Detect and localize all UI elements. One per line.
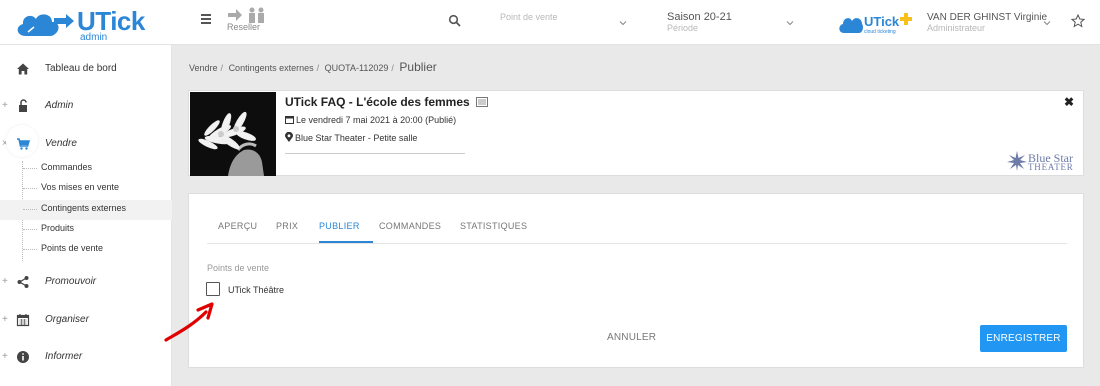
sidebar-item-label: Promouvoir xyxy=(45,276,97,287)
sidebar-item-admin[interactable]: + Admin xyxy=(0,95,172,119)
calendar-icon xyxy=(16,314,30,327)
event-card: UTick FAQ - L'école des femmes Le vendre… xyxy=(188,90,1084,176)
breadcrumb-current: Publier xyxy=(399,60,437,74)
checkbox-label[interactable]: UTick Théâtre xyxy=(228,285,284,295)
saison-select[interactable]: Saison 20-21 xyxy=(667,11,732,23)
expand-icon[interactable]: + xyxy=(2,100,8,111)
utick-cloud-ticketing-logo: UTick cloud ticketing xyxy=(838,13,914,37)
search-icon[interactable] xyxy=(448,14,462,28)
breadcrumb-item[interactable]: Vendre xyxy=(189,63,218,73)
organizer-logo: Blue Star THEATER xyxy=(1007,151,1079,173)
cancel-button[interactable]: ANNULER xyxy=(607,332,656,343)
divider xyxy=(285,153,465,154)
organizer-logo-line2: THEATER xyxy=(1028,162,1074,172)
sidebar-item-organiser[interactable]: + Organiser xyxy=(0,309,172,333)
user-role: Administrateur xyxy=(927,23,986,33)
details-icon[interactable] xyxy=(476,97,489,107)
map-marker-icon xyxy=(285,131,293,142)
subitem-label: Produits xyxy=(41,223,75,233)
sidebar-item-label: Admin xyxy=(45,100,74,111)
share-icon xyxy=(17,276,29,288)
menu-toggle-icon[interactable] xyxy=(201,14,213,28)
expand-icon[interactable]: + xyxy=(2,351,8,362)
points-de-vente-label: Points de vente xyxy=(207,263,270,273)
sidebar-subitem-commandes[interactable]: Commandes xyxy=(0,159,172,179)
breadcrumb-item[interactable]: QUOTA-112029 xyxy=(325,63,389,73)
cloud-logo-icon xyxy=(17,14,74,36)
subitem-label: Commandes xyxy=(41,162,93,172)
sidebar-subitem-produits[interactable]: Produits xyxy=(0,220,172,240)
blue-star-logo-icon xyxy=(1007,151,1027,171)
info-icon xyxy=(17,351,29,363)
sidebar-item-label: Informer xyxy=(45,351,83,362)
user-name[interactable]: VAN DER GHINST Virginie xyxy=(927,12,1047,23)
utick-theatre-checkbox[interactable] xyxy=(206,282,220,296)
subitem-label: Contingents externes xyxy=(41,203,127,213)
event-venue: Blue Star Theater - Petite salle xyxy=(295,133,418,143)
event-date-row: Le vendredi 7 mai 2021 à 20:00 (Publié) xyxy=(285,115,456,125)
active-tab-indicator xyxy=(319,241,373,243)
flowers-hand-image xyxy=(190,92,276,176)
utick-admin-logo[interactable]: UTick admin xyxy=(14,4,154,43)
event-venue-row: Blue Star Theater - Petite salle xyxy=(285,131,418,143)
chevron-down-icon[interactable] xyxy=(1043,19,1051,27)
breadcrumb-item[interactable]: Contingents externes xyxy=(229,63,314,73)
sidebar: Tableau de bord + Admin × Vendre Command… xyxy=(0,45,172,386)
plus-badge-icon xyxy=(900,13,912,25)
home-icon xyxy=(17,63,29,75)
star-icon[interactable] xyxy=(1071,14,1085,28)
brand-logo-subtext: cloud ticketing xyxy=(864,29,896,35)
sidebar-item-label: Organiser xyxy=(45,314,89,325)
close-button[interactable]: ✖ xyxy=(1064,95,1074,109)
save-button[interactable]: ENREGISTRER xyxy=(980,325,1067,352)
sidebar-subitem-contingents-externes[interactable]: Contingents externes xyxy=(0,200,172,220)
subitem-label: Vos mises en vente xyxy=(41,182,120,192)
sidebar-item-label: Vendre xyxy=(45,138,77,149)
expand-icon[interactable]: + xyxy=(2,314,8,325)
tab-statistiques[interactable]: STATISTIQUES xyxy=(460,221,527,231)
calendar-icon xyxy=(285,116,294,124)
chevron-down-icon[interactable] xyxy=(619,19,627,27)
event-title-text: UTick FAQ - L'école des femmes xyxy=(285,95,470,109)
periode-label: Période xyxy=(667,23,699,33)
brand-logo-text: UTick xyxy=(864,14,900,29)
tab-commandes[interactable]: COMMANDES xyxy=(379,221,441,231)
annotation-arrow-icon xyxy=(164,302,214,342)
sidebar-item-promouvoir[interactable]: + Promouvoir xyxy=(0,271,172,295)
sidebar-subitem-points-de-vente[interactable]: Points de vente xyxy=(0,240,172,260)
breadcrumb: Vendre / Contingents externes / QUOTA-1120… xyxy=(189,60,437,74)
cart-icon xyxy=(17,138,30,150)
lock-icon xyxy=(19,99,27,112)
logo-subtext: admin xyxy=(80,32,108,43)
tab-prix[interactable]: PRIX xyxy=(276,221,298,231)
subitem-label: Points de vente xyxy=(41,243,104,253)
event-date: Le vendredi 7 mai 2021 à 20:00 (Publié) xyxy=(296,115,457,125)
sidebar-item-informer[interactable]: + Informer xyxy=(0,346,172,370)
sidebar-subitem-vos-mises-en-vente[interactable]: Vos mises en vente xyxy=(0,179,172,199)
publish-panel: APERÇU PRIX PUBLIER COMMANDES STATISTIQU… xyxy=(188,193,1084,368)
sidebar-item-label: Tableau de bord xyxy=(45,63,117,74)
tab-apercu[interactable]: APERÇU xyxy=(218,221,257,231)
expand-icon[interactable]: + xyxy=(2,276,8,287)
point-de-vente-select[interactable]: Point de vente xyxy=(500,12,558,22)
event-title[interactable]: UTick FAQ - L'école des femmes xyxy=(285,95,489,109)
sidebar-item-tableau-de-bord[interactable]: Tableau de bord xyxy=(0,58,172,82)
reseller-label: Reseller xyxy=(227,22,261,32)
tab-bar: APERÇU PRIX PUBLIER COMMANDES STATISTIQU… xyxy=(207,212,1067,244)
cloud-logo-icon xyxy=(839,18,863,33)
chevron-down-icon[interactable] xyxy=(786,19,794,27)
top-bar: UTick admin Reseller Point de vente Sais… xyxy=(0,0,1100,45)
sidebar-item-vendre[interactable]: × Vendre xyxy=(0,125,172,157)
tab-publier[interactable]: PUBLIER xyxy=(319,221,360,231)
event-thumbnail[interactable] xyxy=(190,92,276,176)
